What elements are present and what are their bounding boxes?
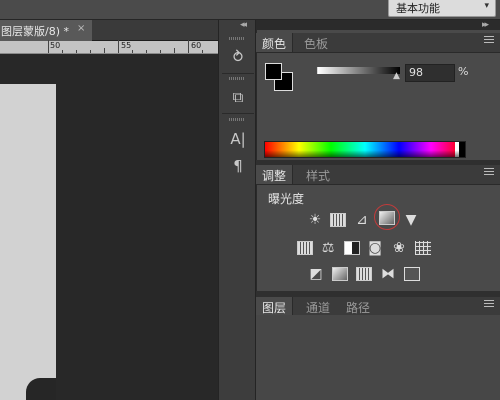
- levels-icon[interactable]: [330, 213, 346, 227]
- close-icon[interactable]: ×: [77, 23, 85, 34]
- color-balance-icon[interactable]: ⚖: [320, 241, 336, 255]
- panel-menu-icon[interactable]: [484, 36, 494, 45]
- character-icon[interactable]: A|: [224, 127, 252, 151]
- color-spectrum-ramp[interactable]: [264, 141, 466, 158]
- selective-color-icon[interactable]: ⧓: [380, 267, 396, 281]
- channel-mixer-icon[interactable]: ❀: [391, 241, 407, 255]
- tab-paths[interactable]: 路径: [340, 297, 376, 316]
- k-value-input[interactable]: 98: [405, 64, 455, 82]
- black-white-icon[interactable]: [344, 241, 360, 255]
- vibrance-icon[interactable]: ▼: [403, 213, 419, 227]
- adjustments-panel-header: 调整 样式: [256, 165, 500, 185]
- ruler-label: 55: [121, 41, 132, 50]
- chevron-down-icon: ▾: [484, 1, 489, 11]
- selection-highlight-ring: [374, 204, 400, 230]
- color-panel-header: 颜色 色板: [256, 33, 500, 53]
- collapse-arrows-icon[interactable]: ◂◂: [240, 20, 247, 30]
- document-image[interactable]: [0, 84, 56, 400]
- foreground-color-swatch[interactable]: [265, 63, 282, 80]
- workspace-label: 基本功能: [396, 2, 440, 15]
- tab-swatches[interactable]: 色板: [298, 33, 334, 52]
- ruler-label: 50: [50, 41, 61, 50]
- drag-handle[interactable]: [229, 77, 245, 80]
- adjustment-title: 曝光度: [268, 192, 305, 206]
- actions-icon[interactable]: ⧉: [224, 85, 252, 109]
- document-tab-title: 图层蒙版/8) *: [1, 25, 69, 38]
- slider-thumb-icon[interactable]: ▲: [393, 71, 400, 81]
- history-icon[interactable]: ⥁: [224, 45, 252, 69]
- layers-panel-header: 图层 通道 路径: [256, 297, 500, 317]
- gradient-map-icon[interactable]: [404, 267, 420, 281]
- layers-list[interactable]: [256, 315, 500, 400]
- posterize-icon[interactable]: [332, 267, 348, 281]
- drag-handle[interactable]: [229, 118, 245, 121]
- workspace-switcher[interactable]: 基本功能 ▾: [388, 0, 496, 17]
- panel-menu-icon[interactable]: [484, 168, 494, 177]
- image-dark-region: [26, 378, 56, 400]
- tab-styles[interactable]: 样式: [300, 165, 336, 184]
- percent-unit: %: [458, 65, 469, 78]
- invert-icon[interactable]: ◩: [308, 267, 324, 281]
- curves-icon[interactable]: ⊿: [354, 213, 370, 227]
- tab-color[interactable]: 颜色: [256, 33, 294, 52]
- panel-menu-icon[interactable]: [484, 300, 494, 309]
- k-channel-slider[interactable]: [318, 67, 400, 74]
- paragraph-icon[interactable]: ¶: [224, 154, 252, 178]
- ruler-label: 60: [191, 41, 202, 50]
- drag-handle[interactable]: [229, 37, 245, 40]
- tab-channels[interactable]: 通道: [300, 297, 336, 316]
- tab-layers[interactable]: 图层: [256, 297, 294, 316]
- expand-arrows-icon[interactable]: ▸▸: [482, 20, 489, 30]
- color-lookup-icon[interactable]: [415, 241, 431, 255]
- threshold-icon[interactable]: [356, 267, 372, 281]
- brightness-contrast-icon[interactable]: ☀: [307, 213, 323, 227]
- tab-adjustments[interactable]: 调整: [256, 165, 294, 184]
- hue-saturation-icon[interactable]: [297, 241, 313, 255]
- photo-filter-icon[interactable]: ◙: [367, 241, 383, 255]
- horizontal-ruler: 50 55 60: [0, 40, 218, 54]
